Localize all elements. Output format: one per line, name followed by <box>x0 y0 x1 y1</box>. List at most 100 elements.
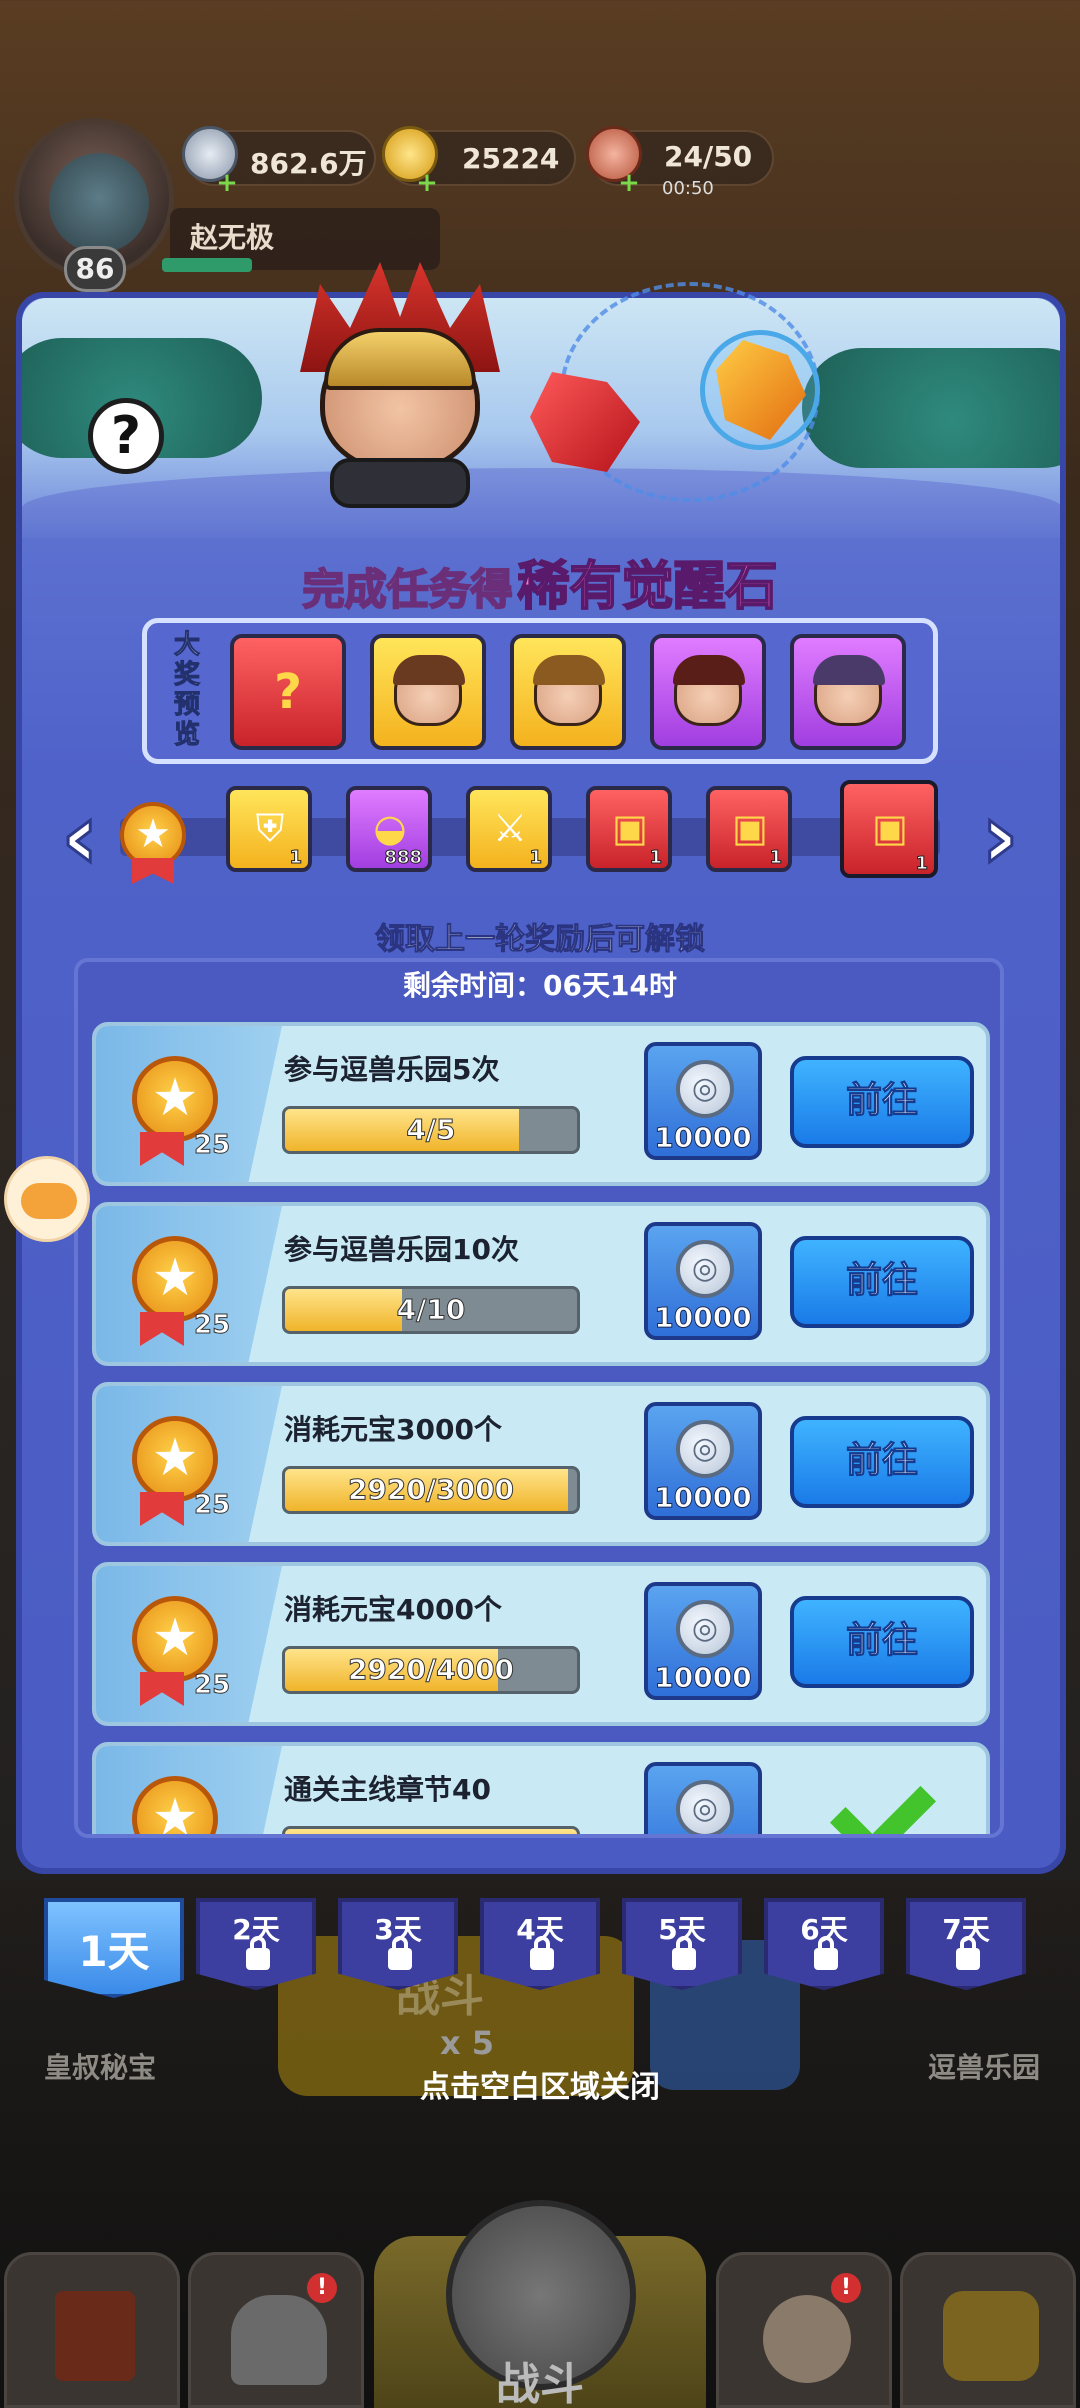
tree-decoration <box>802 348 1060 468</box>
chevron-right-icon[interactable]: › <box>970 789 1030 888</box>
task-reward[interactable]: ◎ 10000 <box>644 1582 762 1700</box>
progress-fill <box>285 1829 577 1834</box>
gamepad-float-button[interactable] <box>4 1156 90 1242</box>
task-reward[interactable]: ◎ 10000 <box>644 1402 762 1520</box>
track-reward-5[interactable]: ▣ 1 <box>706 786 792 872</box>
gamepad-icon <box>21 1183 77 1219</box>
track-reward-1[interactable]: ⛨ 1 <box>226 786 312 872</box>
stamina-timer: 00:50 <box>662 178 714 199</box>
task-card: ★ 25 参与逗兽乐园5次 4/5 ◎ 10000 前往 <box>92 1022 990 1186</box>
lock-icon <box>388 1936 412 1970</box>
notification-badge: ! <box>307 2273 337 2303</box>
hero-portrait-icon <box>533 655 605 726</box>
task-reward[interactable]: ◎ <box>644 1762 762 1834</box>
task-name: 参与逗兽乐园5次 <box>284 1053 500 1086</box>
task-card: ★ 25 消耗元宝3000个 2920/3000 ◎ 10000 前往 <box>92 1382 990 1546</box>
helmet-icon <box>231 2295 327 2385</box>
lock-icon <box>672 1936 696 1970</box>
lock-icon <box>246 1936 270 1970</box>
reward-qty: 10000 <box>654 1301 752 1335</box>
nav-battle-button[interactable]: 战斗 <box>374 2200 706 2408</box>
progress-text: 4/5 <box>406 1113 456 1147</box>
progress-text: 2920/3000 <box>347 1473 515 1507</box>
progress-text: 2920/4000 <box>347 1653 515 1687</box>
medal-points: 25 <box>193 1310 231 1341</box>
chevron-left-icon[interactable]: ‹ <box>50 789 110 888</box>
reward-qty: 10000 <box>654 1661 752 1695</box>
reward-qty: 10000 <box>654 1121 752 1155</box>
ingot-value: 25224 <box>462 142 560 175</box>
go-button[interactable]: 前往 <box>790 1596 974 1688</box>
player-name: 赵无极 <box>190 221 275 254</box>
task-card: ★ 25 消耗元宝4000个 2920/4000 ◎ 10000 前往 <box>92 1562 990 1726</box>
task-name: 消耗元宝4000个 <box>284 1593 502 1626</box>
tab-day-5[interactable]: 5天 <box>622 1898 742 1990</box>
bg-battle-cost: x 5 <box>440 2024 495 2062</box>
preview-item-hero-2[interactable] <box>510 634 626 750</box>
lock-icon <box>956 1936 980 1970</box>
upgrade-icon <box>943 2291 1039 2381</box>
silver-coin-icon: ◎ <box>676 1600 734 1658</box>
track-reward-2[interactable]: ◒ 888 <box>346 786 432 872</box>
event-title: 完成任务得 稀有觉醒石 <box>0 544 1080 619</box>
tab-day-3[interactable]: 3天 <box>338 1898 458 1990</box>
track-reward-3[interactable]: ⚔ 1 <box>466 786 552 872</box>
track-reward-4[interactable]: ▣ 1 <box>586 786 672 872</box>
pet-icon <box>763 2295 851 2383</box>
silver-coin-icon: ◎ <box>676 1240 734 1298</box>
go-button[interactable]: 前往 <box>790 1416 974 1508</box>
tab-day-6[interactable]: 6天 <box>764 1898 884 1990</box>
tab-day-1[interactable]: 1天 <box>44 1898 184 1998</box>
close-hint[interactable]: 点击空白区域关闭 <box>0 2062 1080 2106</box>
hero-character-art <box>290 262 510 508</box>
hero-portrait-icon <box>673 655 745 726</box>
nav-pet-button[interactable]: ! <box>716 2252 892 2408</box>
silver-coin-icon: ◎ <box>676 1060 734 1118</box>
nav-hero-button[interactable]: ! <box>188 2252 364 2408</box>
task-progress-bar: 4/5 <box>282 1106 580 1154</box>
hero-portrait-icon <box>813 655 885 726</box>
silver-coin-icon: ◎ <box>676 1780 734 1834</box>
add-ingot-icon[interactable]: + <box>416 170 438 196</box>
treasure-chest-icon: ▣ <box>732 806 768 850</box>
armor-icon: ⛨ <box>255 806 285 850</box>
sword-icon: ⚔ <box>492 806 528 850</box>
preview-item-puzzle[interactable]: ? <box>230 634 346 750</box>
task-reward[interactable]: ◎ 10000 <box>644 1222 762 1340</box>
task-reward[interactable]: ◎ 10000 <box>644 1042 762 1160</box>
track-reward-6[interactable]: ▣ 1 <box>840 780 938 878</box>
title-highlight: 稀有觉醒石 <box>517 556 779 618</box>
add-silver-icon[interactable]: + <box>216 170 238 196</box>
exp-bar <box>162 258 252 272</box>
task-progress-bar <box>282 1826 580 1834</box>
nav-upgrade-button[interactable] <box>900 2252 1076 2408</box>
go-button[interactable]: 前往 <box>790 1236 974 1328</box>
preview-item-hero-1[interactable] <box>370 634 486 750</box>
lock-icon <box>814 1936 838 1970</box>
puzzle-piece-icon: ? <box>274 664 302 720</box>
silver-coin-icon: ◎ <box>676 1420 734 1478</box>
medal-points: 25 <box>193 1130 231 1161</box>
task-list[interactable]: ★ 25 参与逗兽乐园5次 4/5 ◎ 10000 前往 ★ 25 参与逗兽乐园… <box>74 958 1004 1838</box>
grand-prize-label: 大奖预览 <box>173 630 200 751</box>
tab-day-7[interactable]: 7天 <box>906 1898 1026 1990</box>
preview-item-hero-4[interactable] <box>790 634 906 750</box>
reward-qty: 10000 <box>654 1481 752 1515</box>
task-card: ★ 25 参与逗兽乐园10次 4/10 ◎ 10000 前往 <box>92 1202 990 1366</box>
treasure-chest-icon: ▣ <box>872 806 908 850</box>
add-stamina-icon[interactable]: + <box>618 170 640 196</box>
hero-portrait-icon <box>393 655 465 726</box>
completed-check-icon <box>829 1758 937 1834</box>
task-name: 消耗元宝3000个 <box>284 1413 502 1446</box>
unlock-hint: 领取上一轮奖励后可解锁 <box>375 922 706 958</box>
progress-text: 4/10 <box>396 1293 466 1327</box>
go-button[interactable]: 前往 <box>790 1056 974 1148</box>
title-prefix: 完成任务得 <box>301 564 513 615</box>
lock-icon <box>530 1936 554 1970</box>
nav-home-button[interactable] <box>4 2252 180 2408</box>
preview-item-hero-3[interactable] <box>650 634 766 750</box>
help-button[interactable]: ? <box>88 398 164 474</box>
tab-day-2[interactable]: 2天 <box>196 1898 316 1990</box>
task-progress-bar: 4/10 <box>282 1286 580 1334</box>
tab-day-4[interactable]: 4天 <box>480 1898 600 1990</box>
